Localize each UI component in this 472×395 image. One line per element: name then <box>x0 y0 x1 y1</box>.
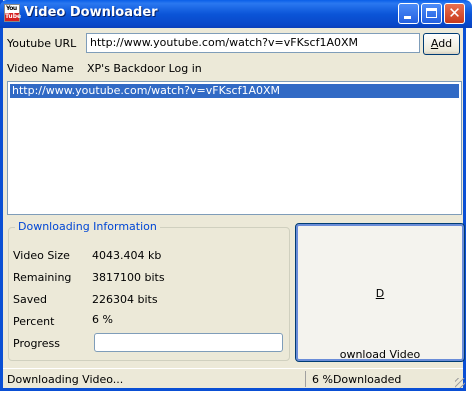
url-label: Youtube URL <box>7 37 77 50</box>
video-size-value: 4043.404 kb <box>92 249 162 262</box>
status-percent: 6 %Downloaded <box>312 373 402 386</box>
video-size-label: Video Size <box>13 249 70 262</box>
saved-label: Saved <box>13 293 47 306</box>
progress-label: Progress <box>13 337 60 350</box>
status-divider <box>305 371 306 387</box>
youtube-icon: You Tube <box>4 4 22 22</box>
window-title: Video Downloader <box>24 5 158 20</box>
download-rest: ownload Video <box>339 348 421 361</box>
download-accel: D <box>375 287 385 300</box>
minimize-icon <box>399 4 418 23</box>
youtube-icon-text-bottom: Tube <box>5 13 22 21</box>
close-button[interactable]: ✕ <box>444 3 465 24</box>
youtube-icon-text-top: You <box>6 5 17 12</box>
remaining-value: 3817100 bits <box>92 271 165 284</box>
download-video-label: Download Video <box>298 287 462 361</box>
minimize-button[interactable] <box>398 3 419 24</box>
maximize-icon <box>422 4 441 23</box>
close-icon: ✕ <box>448 4 461 22</box>
status-text: Downloading Video... <box>7 373 124 386</box>
resize-grip[interactable] <box>455 378 465 388</box>
add-button-label: dd <box>438 37 453 50</box>
list-item[interactable]: http://www.youtube.com/watch?v=vFKscf1A0… <box>10 84 459 98</box>
url-queue-list[interactable]: http://www.youtube.com/watch?v=vFKscf1A0… <box>7 81 462 215</box>
download-progress-bar <box>94 333 283 352</box>
title-bar[interactable]: You Tube Video Downloader ✕ <box>0 0 472 28</box>
percent-value: 6 % <box>92 313 113 326</box>
video-name-label: Video Name <box>7 62 74 75</box>
download-video-button[interactable]: Download Video <box>295 223 465 362</box>
app-window: You Tube Video Downloader ✕ Youtube URL … <box>0 0 472 391</box>
percent-label: Percent <box>13 315 55 328</box>
group-title: Downloading Information <box>15 220 160 233</box>
status-bar: Downloading Video... 6 %Downloaded <box>3 368 463 388</box>
add-button[interactable]: Add <box>423 33 460 55</box>
remaining-label: Remaining <box>13 271 72 284</box>
maximize-button[interactable] <box>421 3 442 24</box>
url-input[interactable]: http://www.youtube.com/watch?v=vFKscf1A0… <box>86 33 420 53</box>
saved-value: 226304 bits <box>92 293 158 306</box>
video-name-value: XP's Backdoor Log in <box>87 62 202 75</box>
